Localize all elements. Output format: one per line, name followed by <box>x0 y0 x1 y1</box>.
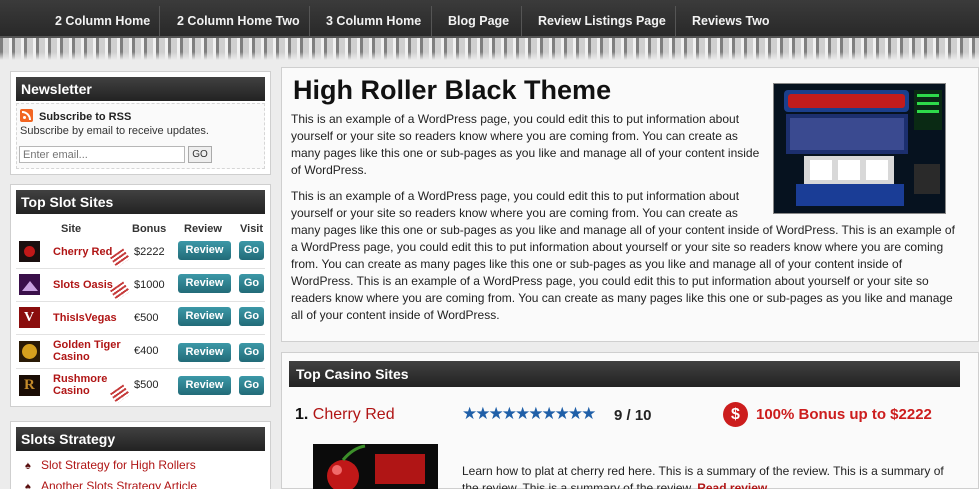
visit-go-button[interactable]: Go <box>239 274 264 293</box>
casino-name-link[interactable]: Cherry Red <box>313 406 395 423</box>
top-slot-sites-widget: Top Slot Sites Site Bonus Review Visit C… <box>10 184 271 407</box>
table-row: Slots Oasis $1000 Review Go <box>16 269 265 302</box>
visit-go-button[interactable]: Go <box>239 307 264 326</box>
top-casino-sites: Top Casino Sites 1. Cherry Red ★★★★★★★★★… <box>281 352 979 489</box>
column-header-visit: Visit <box>240 223 264 235</box>
site-name-link[interactable]: Golden Tiger Casino <box>53 339 123 363</box>
dollar-icon: $ <box>723 402 748 427</box>
thisisvegas-logo-icon[interactable]: V <box>19 307 40 328</box>
strategy-title: Slots Strategy <box>16 427 265 451</box>
golden-tiger-logo-icon[interactable] <box>19 341 40 362</box>
site-name-link[interactable]: Cherry Red <box>53 246 112 258</box>
review-button[interactable]: Review <box>178 343 231 362</box>
casino-rank: 1. <box>295 406 309 423</box>
newsletter-widget: Newsletter Subscribe to RSS Subscribe by… <box>10 71 271 175</box>
email-input[interactable] <box>19 146 185 163</box>
newsletter-go-button[interactable]: GO <box>188 146 212 163</box>
page-title: High Roller Black Theme <box>293 75 612 105</box>
casino-rating: 9 / 10 <box>614 407 652 424</box>
casino-bonus-link[interactable]: 100% Bonus up to $2222 <box>756 406 932 423</box>
slots-oasis-logo-icon[interactable] <box>19 274 40 295</box>
site-bonus: €400 <box>134 345 159 357</box>
visit-go-button[interactable]: Go <box>239 241 264 260</box>
nav-separator <box>431 6 432 36</box>
cherry-red-logo-icon[interactable] <box>19 241 40 262</box>
strategy-list-item[interactable]: ♠ Another Slots Strategy Article <box>25 479 197 489</box>
column-header-bonus: Bonus <box>132 223 167 235</box>
nav-separator <box>675 6 676 36</box>
review-button[interactable]: Review <box>178 307 231 326</box>
review-button[interactable]: Review <box>178 241 231 260</box>
review-button[interactable]: Review <box>178 274 231 293</box>
site-name-link[interactable]: ThisIsVegas <box>53 312 117 324</box>
site-bonus: $500 <box>134 379 159 391</box>
nav-separator <box>159 6 160 36</box>
page-paragraph-2-cont: many pages like this one or sub-pages as… <box>291 223 955 322</box>
nav-separator <box>309 6 310 36</box>
nav-separator <box>521 6 522 36</box>
read-review-link[interactable]: Read review <box>697 481 767 489</box>
rushmore-logo-icon[interactable]: R <box>19 375 40 396</box>
strategy-list-item[interactable]: ♠ Slot Strategy for High Rollers <box>25 458 196 472</box>
rating-stars: ★★★★★★★★★★ <box>462 404 596 423</box>
site-bonus: $1000 <box>134 279 165 291</box>
page-paragraph-2-start: This is an example of a WordPress page, … <box>291 189 740 220</box>
subscribe-rss-link[interactable]: Subscribe to RSS <box>39 111 131 123</box>
subscribe-email-text: Subscribe by email to receive updates. <box>20 125 209 137</box>
table-row: R Rushmore Casino $500 Review Go <box>16 369 265 404</box>
usa-flag-icon <box>110 281 130 301</box>
review-button[interactable]: Review <box>178 376 231 395</box>
spade-icon: ♠ <box>25 481 31 489</box>
visit-go-button[interactable]: Go <box>239 343 264 362</box>
table-row: Cherry Red $2222 Review Go <box>16 236 265 269</box>
usa-flag-icon <box>110 248 130 268</box>
casino-summary: Learn how to plat at cherry red here. Th… <box>462 463 962 489</box>
site-name-link[interactable]: Slots Oasis <box>53 279 113 291</box>
casino-name-row: 1. Cherry Red <box>295 406 395 424</box>
slot-machine-image-icon <box>773 83 946 214</box>
header-stripe-decoration <box>0 36 979 60</box>
column-header-review: Review <box>184 223 222 235</box>
top-slot-title: Top Slot Sites <box>16 190 265 214</box>
visit-go-button[interactable]: Go <box>239 376 264 395</box>
cherry-red-banner-icon[interactable] <box>313 444 438 489</box>
casino-section-title: Top Casino Sites <box>289 361 960 387</box>
spade-icon: ♠ <box>25 460 31 472</box>
column-header-site: Site <box>61 223 82 235</box>
rss-icon[interactable] <box>20 109 33 122</box>
table-row: V ThisIsVegas €500 Review Go <box>16 302 265 335</box>
newsletter-title: Newsletter <box>16 77 265 101</box>
table-row: Golden Tiger Casino €400 Review Go <box>16 335 265 369</box>
slots-strategy-widget: Slots Strategy ♠ Slot Strategy for High R… <box>10 421 271 489</box>
site-bonus: €500 <box>134 312 159 324</box>
site-bonus: $2222 <box>134 246 165 258</box>
main-content: High Roller Black Theme This is an examp… <box>281 67 979 342</box>
page-paragraph-1: This is an example of a WordPress page, … <box>291 112 760 177</box>
